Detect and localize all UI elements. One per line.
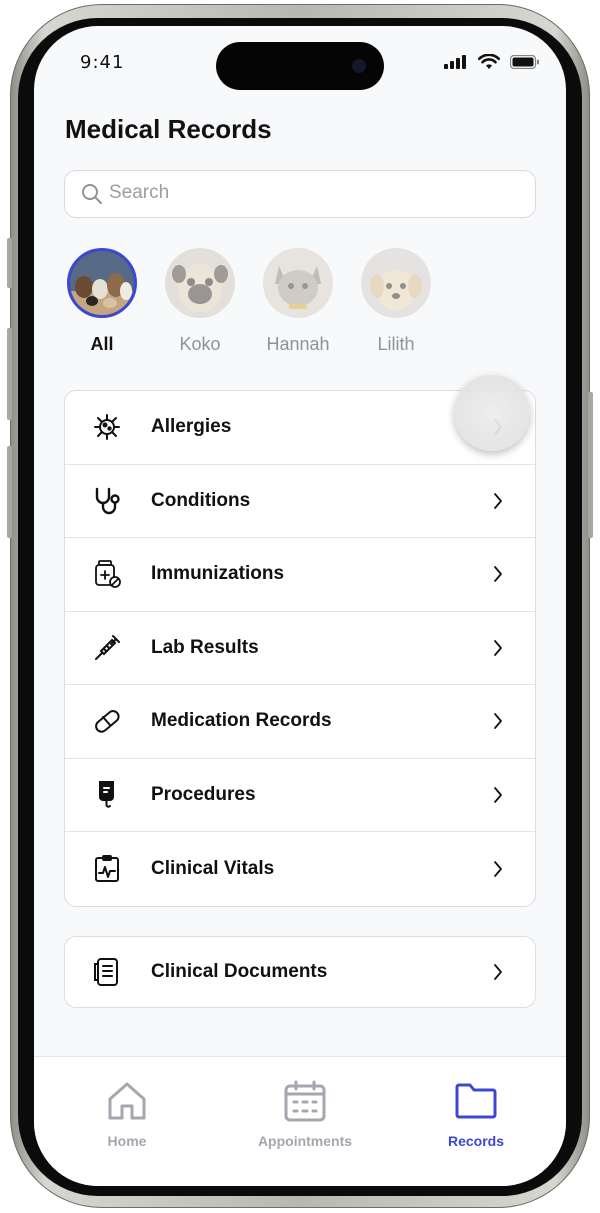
pet-selector: All Koko Hannah Lilith	[62, 248, 542, 368]
chevron-right-icon	[494, 492, 502, 509]
search-bar[interactable]	[64, 170, 536, 218]
chevron-right-icon	[494, 786, 502, 803]
tab-label: Appointments	[257, 1133, 353, 1149]
avatar	[165, 248, 235, 318]
status-time: 9:41	[80, 52, 125, 73]
calendar-icon	[240, 1077, 370, 1125]
iv-bag-icon	[91, 779, 123, 811]
record-label: Clinical Vitals	[151, 857, 275, 879]
medicine-jar-icon	[91, 558, 123, 590]
record-row-immunizations[interactable]: Immunizations	[65, 538, 535, 612]
record-row-conditions[interactable]: Conditions	[65, 465, 535, 538]
pet-name: Lilith	[377, 334, 415, 354]
record-row-medication-records[interactable]: Medication Records	[65, 685, 535, 759]
tab-label: Records	[447, 1133, 505, 1149]
tab-home[interactable]: Home	[62, 1077, 192, 1149]
record-label: Lab Results	[151, 636, 259, 658]
tab-bar: Home Appointments Records	[34, 1056, 566, 1186]
volume-down-button	[7, 446, 12, 538]
record-label: Allergies	[151, 416, 232, 438]
wifi-icon	[478, 54, 500, 69]
puppy-photo	[361, 248, 431, 318]
search-icon	[82, 184, 102, 204]
cat-photo	[263, 248, 333, 318]
record-row-procedures[interactable]: Procedures	[65, 759, 535, 832]
home-icon	[62, 1077, 192, 1125]
cellular-signal-icon	[444, 55, 466, 69]
vitals-clipboard-icon	[91, 853, 123, 885]
record-label: Procedures	[151, 783, 256, 805]
status-icons	[444, 54, 540, 70]
avatar	[263, 248, 333, 318]
syringe-icon	[91, 632, 123, 664]
page-title: Medical Records	[65, 114, 272, 144]
record-row-clinical-vitals[interactable]: Clinical Vitals	[65, 832, 535, 906]
record-label: Clinical Documents	[151, 961, 328, 982]
record-row-lab-results[interactable]: Lab Results	[65, 612, 535, 685]
silent-switch	[7, 238, 12, 288]
virus-icon	[91, 411, 123, 443]
pet-filter-all[interactable]: All	[62, 248, 142, 355]
tab-appointments[interactable]: Appointments	[240, 1077, 370, 1149]
record-row-clinical-documents[interactable]: Clinical Documents	[65, 937, 535, 1007]
document-icon	[91, 956, 123, 988]
dynamic-island	[216, 42, 384, 90]
touch-indicator	[454, 375, 530, 451]
chevron-right-icon	[494, 860, 502, 877]
app-screen: 9:41 Medical Records All Koko Hannah	[34, 26, 566, 1186]
tab-records[interactable]: Records	[411, 1077, 541, 1149]
pug-photo	[165, 248, 235, 318]
chevron-right-icon	[494, 964, 502, 980]
pill-icon	[91, 705, 123, 737]
power-button	[588, 392, 593, 538]
pet-filter-hannah[interactable]: Hannah	[258, 248, 338, 355]
pet-filter-lilith[interactable]: Lilith	[356, 248, 436, 355]
pet-name: Koko	[179, 334, 221, 354]
stethoscope-icon	[91, 485, 123, 517]
chevron-right-icon	[494, 566, 502, 583]
search-input[interactable]	[109, 171, 509, 215]
chevron-right-icon	[494, 713, 502, 730]
volume-up-button	[7, 328, 12, 420]
tab-label: Home	[107, 1133, 147, 1149]
record-label: Immunizations	[151, 563, 285, 585]
camera-icon	[352, 59, 366, 73]
documents-card: Clinical Documents	[64, 936, 536, 1008]
records-list: Allergies Conditions Immunizations Lab R…	[64, 390, 536, 907]
avatar	[361, 248, 431, 318]
record-label: Conditions	[151, 489, 251, 511]
record-label: Medication Records	[151, 710, 332, 732]
avatar	[67, 248, 137, 318]
chevron-right-icon	[494, 639, 502, 656]
all-pets-photo	[70, 251, 134, 315]
battery-icon	[510, 55, 539, 69]
pet-filter-koko[interactable]: Koko	[160, 248, 240, 355]
pet-name: All	[90, 334, 114, 354]
pet-name: Hannah	[266, 334, 330, 354]
folder-icon	[411, 1077, 541, 1125]
